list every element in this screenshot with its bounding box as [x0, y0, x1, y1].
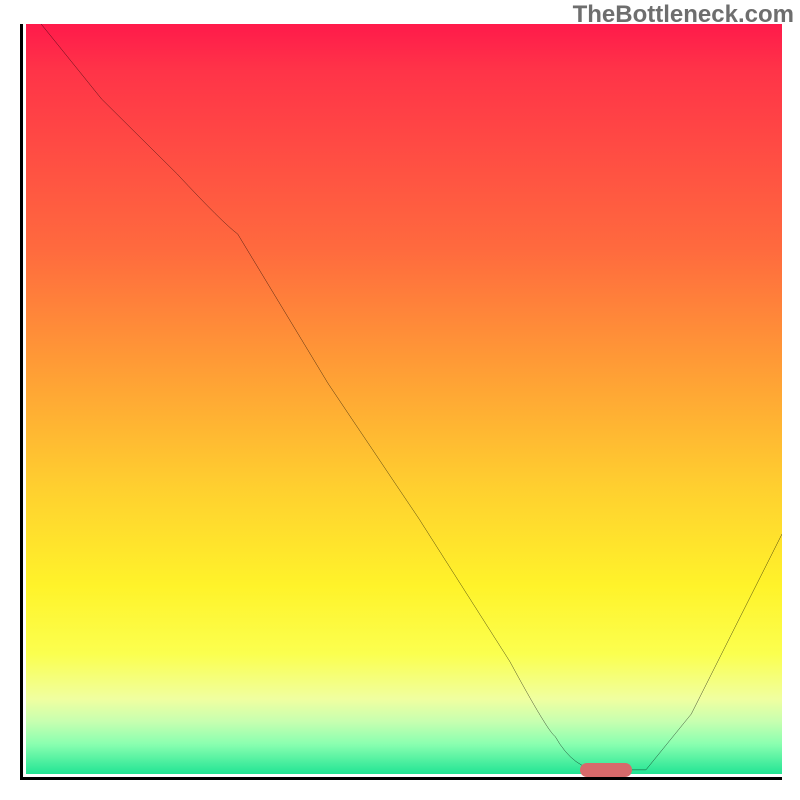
- chart-plot-area: [20, 24, 782, 780]
- optimal-range-marker: [580, 763, 632, 777]
- bottleneck-curve: [26, 24, 782, 774]
- curve-path: [41, 24, 782, 770]
- watermark-text: TheBottleneck.com: [573, 1, 794, 29]
